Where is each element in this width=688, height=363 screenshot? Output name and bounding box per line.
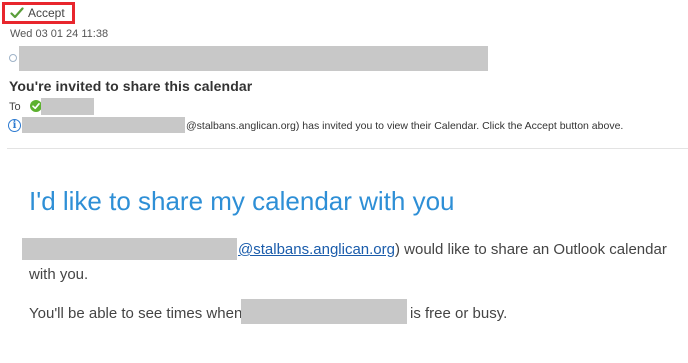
- redacted-sender-name: [22, 238, 237, 260]
- redacted-sender: [22, 117, 185, 133]
- body-line-1: @stalbans.anglican.org) would like to sh…: [238, 241, 667, 258]
- radio-icon[interactable]: [9, 54, 17, 62]
- body-line-2: with you.: [29, 266, 89, 283]
- email-link[interactable]: @stalbans.anglican.org: [238, 241, 395, 258]
- message-timestamp: Wed 03 01 24 11:38: [10, 28, 109, 40]
- redacted-subject: [19, 46, 488, 71]
- invite-title: You're invited to share this calendar: [9, 78, 253, 94]
- redacted-recipient: [41, 98, 94, 115]
- to-label: To: [9, 101, 21, 113]
- checkmark-icon: [10, 6, 24, 20]
- accept-label: Accept: [28, 6, 65, 20]
- body-headline: I'd like to share my calendar with you: [29, 186, 455, 216]
- redacted-owner-name: [241, 299, 407, 324]
- divider: [7, 148, 688, 149]
- info-message: @stalbans.anglican.org) has invited you …: [186, 120, 624, 132]
- body-line-3-prefix: You'll be able to see times when: [29, 305, 243, 322]
- body-line-3-suffix: is free or busy.: [410, 305, 508, 322]
- accept-button[interactable]: Accept: [2, 2, 75, 24]
- body-line-1-suffix: ) would like to share an Outlook calenda…: [395, 241, 667, 258]
- info-icon: i: [8, 119, 21, 132]
